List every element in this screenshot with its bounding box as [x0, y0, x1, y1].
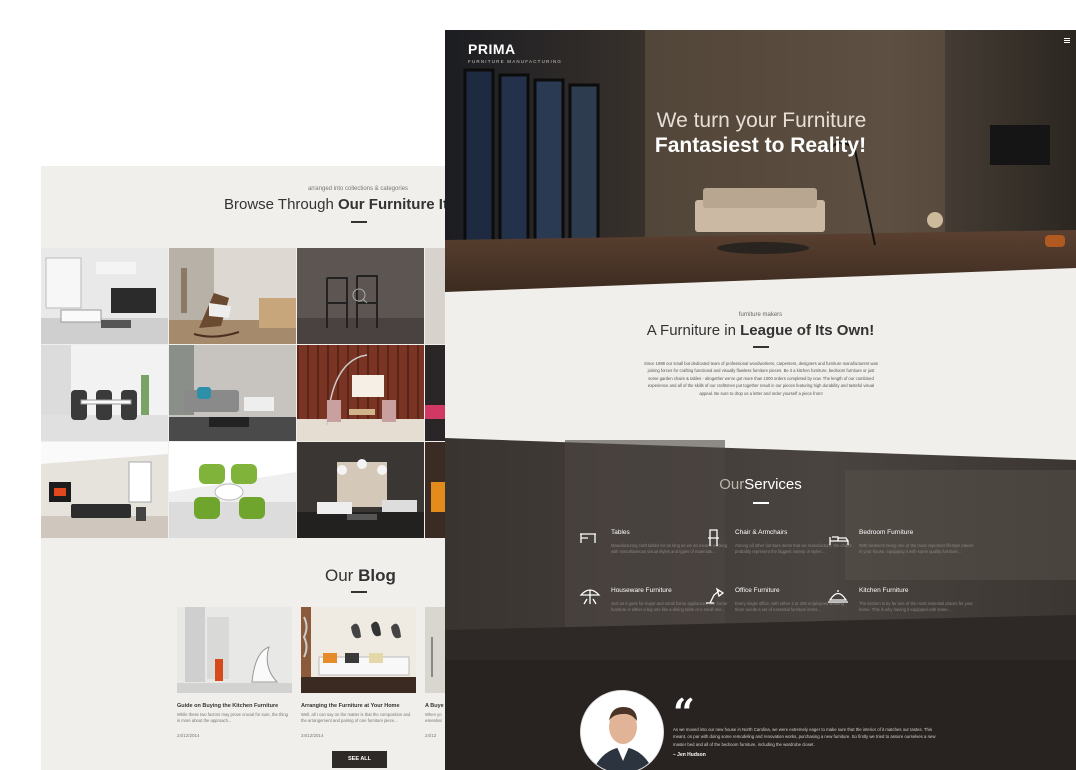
- hero-headline-bold: Fantasiest to Reality!: [654, 134, 867, 157]
- chair-icon: [708, 529, 719, 546]
- table-icon: [580, 533, 596, 543]
- blog-heading-light: Our: [325, 566, 354, 585]
- avatar: [580, 690, 664, 770]
- blog-heading-divider: [351, 591, 367, 593]
- about-text: Since 1988 our small but dedicated team …: [644, 361, 878, 396]
- cloche-icon: [828, 590, 848, 603]
- blog-post-image[interactable]: [425, 607, 445, 693]
- furniture-gallery-page: arranged into collections & categories B…: [41, 166, 445, 770]
- hero-headline-light: We turn your Furniture: [656, 109, 867, 132]
- furniture-gallery: [41, 248, 445, 538]
- testimonial-author: – Jen Hudson: [673, 752, 706, 758]
- gallery-item-partial-1[interactable]: [425, 248, 445, 344]
- browse-heading-bold: Our Furniture Items: [337, 196, 445, 213]
- blog-post-title[interactable]: A Buye: [425, 703, 445, 709]
- blog-post[interactable]: Arranging the Furniture at Your Home Wel…: [301, 607, 416, 738]
- bed-icon: [829, 536, 849, 545]
- services-heading-light: Our: [719, 476, 745, 493]
- blog-post-date: 24/12/2014: [177, 733, 200, 738]
- gallery-item-green-chairs[interactable]: [169, 442, 296, 538]
- about-heading: A Furniture in League of Its Own!: [445, 322, 1076, 339]
- gallery-item-pendant-lights[interactable]: [297, 442, 424, 538]
- gallery-item-dark-chairs[interactable]: [297, 248, 424, 344]
- blog-post-image[interactable]: [177, 607, 292, 693]
- heading-divider: [351, 221, 367, 223]
- office-lamp-icon: [706, 587, 725, 604]
- gallery-item-arc-lamp[interactable]: [297, 345, 424, 441]
- gallery-item-living-room-white[interactable]: [41, 248, 168, 344]
- blog-post-title[interactable]: Guide on Buying the Kitchen Furniture: [177, 703, 292, 709]
- blog-post-excerpt: When yo essential: [425, 712, 442, 723]
- see-all-button[interactable]: SEE ALL: [332, 751, 387, 768]
- gallery-item-fireplace-room[interactable]: [41, 442, 168, 538]
- brand-tagline: FURNITURE MANUFACTURING: [468, 59, 563, 64]
- blog-post-image[interactable]: [301, 607, 416, 693]
- about-heading-bold: League of Its Own!: [740, 322, 875, 339]
- browse-heading-light: Browse Through: [224, 196, 334, 213]
- service-description: The kitchen is by far one of the most es…: [859, 601, 973, 613]
- testimonial-section: “ As we moved into our new house in Nort…: [445, 660, 1076, 770]
- about-kicker: furniture makers: [738, 312, 783, 318]
- garden-umbrella-icon: [579, 589, 601, 605]
- gallery-item-rocking-chair[interactable]: [169, 248, 296, 344]
- about-heading-divider: [753, 346, 769, 348]
- hamburger-icon[interactable]: [1064, 38, 1070, 43]
- home-page: PRIMA FURNITURE MANUFACTURING We turn yo…: [445, 30, 1076, 770]
- service-description: With bedroom being one of the most impor…: [859, 543, 974, 555]
- gallery-item-office-chairs[interactable]: [41, 345, 168, 441]
- blog-post-title[interactable]: Arranging the Furniture at Your Home: [301, 703, 416, 709]
- service-name: Kitchen Furniture: [859, 587, 909, 594]
- blog-heading-bold: Blog: [358, 566, 396, 585]
- gallery-item-partial-2[interactable]: [425, 345, 445, 441]
- blog-post[interactable]: Guide on Buying the Kitchen Furniture Wh…: [177, 607, 292, 738]
- blog-post-date: 24/12: [425, 733, 437, 738]
- gallery-item-partial-3[interactable]: [425, 442, 445, 538]
- blog-heading: Our Blog: [325, 566, 445, 586]
- browse-kicker: arranged into collections & categories: [307, 186, 409, 192]
- blog-post-excerpt: While these two factors may prove crucia…: [177, 712, 289, 723]
- blog-post-excerpt: Well, all I can say on the matter is tha…: [301, 712, 411, 723]
- gallery-item-grey-sofa[interactable]: [169, 345, 296, 441]
- services-heading-bold: Services: [744, 476, 802, 493]
- services-heading-divider: [753, 502, 769, 504]
- blog-post-date: 24/12/2014: [301, 733, 324, 738]
- browse-heading: Browse Through Our Furniture Items: [224, 196, 445, 213]
- testimonial-quote: As we moved into our new house in North …: [673, 727, 936, 747]
- service-bedroom[interactable]: Bedroom Furniture With bedroom being one…: [829, 529, 977, 556]
- service-kitchen[interactable]: Kitchen Furniture The kitchen is by far …: [828, 587, 977, 614]
- brand-logo[interactable]: PRIMA: [468, 41, 516, 57]
- about-heading-light: A Furniture in: [646, 322, 736, 339]
- blog-post[interactable]: A Buye When yo essential 24/12: [425, 607, 445, 738]
- services-heading: OurServices: [445, 476, 1076, 493]
- service-name: Bedroom Furniture: [859, 529, 914, 536]
